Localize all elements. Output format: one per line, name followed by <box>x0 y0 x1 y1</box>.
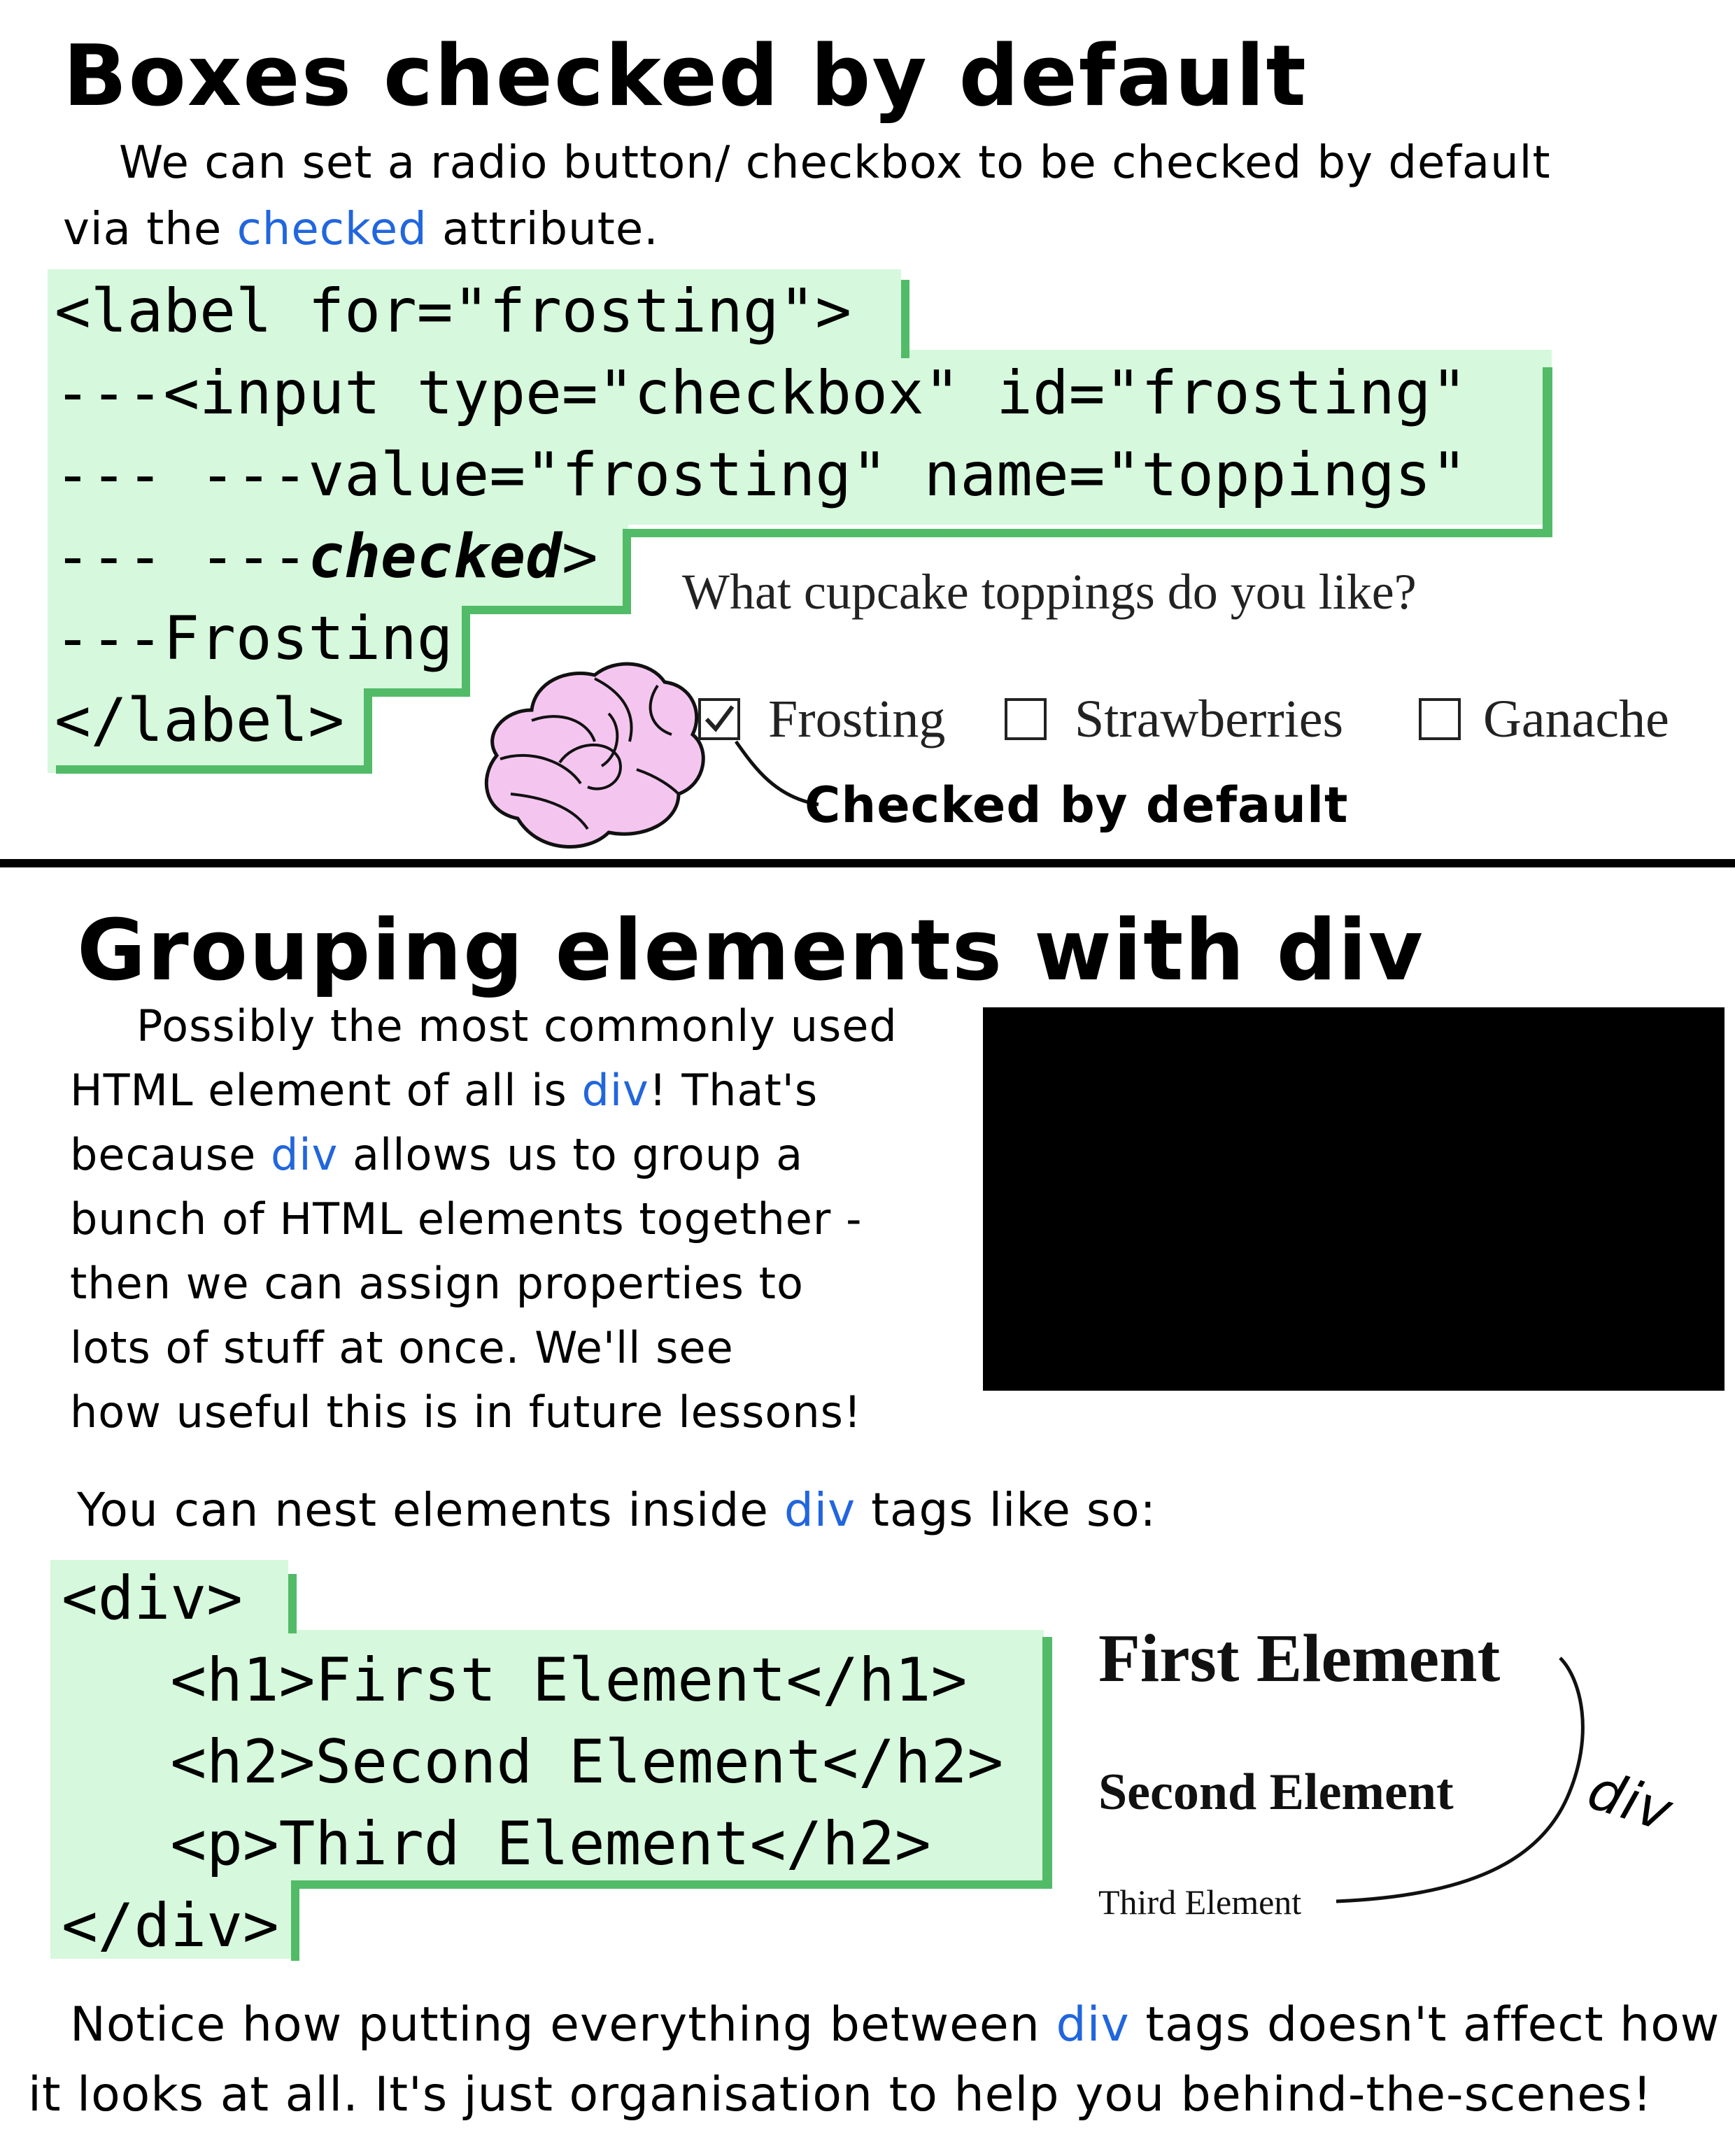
para-line: HTML element of all is div! That's <box>70 1065 819 1116</box>
code-line: </div> <box>62 1891 279 1961</box>
div-paragraph: Possibly the most commonly used HTML ele… <box>70 1000 1021 1451</box>
checked-keyword: checked <box>236 204 427 255</box>
code-close: > <box>561 522 598 592</box>
para-line: because div allows us to group a <box>70 1129 804 1180</box>
intro-suffix: attribute. <box>442 204 659 255</box>
demo-p: Third Element <box>1098 1882 1302 1922</box>
code-line: <label for="frosting"> <box>55 276 852 346</box>
footer-line-2: it looks at all. It's just organisation … <box>28 2067 1652 2122</box>
option-label-strawberries[interactable]: Strawberries <box>1075 689 1343 750</box>
code-line: <p>Third Element</h2> <box>62 1809 931 1879</box>
intro-line-2: via the checked attribute. <box>63 199 659 260</box>
para-line: how useful this is in future lessons! <box>70 1386 862 1438</box>
redacted-image <box>983 1007 1725 1391</box>
code-line: </label> <box>55 686 345 756</box>
section-divider <box>0 859 1735 867</box>
para-line: bunch of HTML elements together - <box>70 1193 863 1244</box>
ganache-checkbox[interactable] <box>1419 698 1461 740</box>
para-line: lots of stuff at once. We'll see <box>70 1322 734 1373</box>
option-label-ganache[interactable]: Ganache <box>1483 689 1669 750</box>
frosting-illustration <box>484 662 705 849</box>
strawberries-checkbox[interactable] <box>1005 698 1047 740</box>
div-bracket-icon <box>1336 1657 1585 1903</box>
code-line: <h1>First Element</h1> <box>62 1645 968 1715</box>
para-line: then we can assign properties to <box>70 1258 804 1309</box>
intro-prefix: via the <box>63 204 222 255</box>
section-title-div: Grouping elements with div <box>77 902 1424 1000</box>
intro-line-1: We can set a radio button/ checkbox to b… <box>119 137 1551 189</box>
code-line: ---<input type="checkbox" id="frosting" <box>55 358 1468 428</box>
nest-sentence: You can nest elements inside div tags li… <box>77 1483 1156 1537</box>
footer-line-1: Notice how putting everything between di… <box>70 1997 1720 2052</box>
checked-annotation: Checked by default <box>805 776 1349 834</box>
para-line: Possibly the most commonly used <box>136 1000 898 1051</box>
code-line: ---Frosting <box>55 604 453 674</box>
code-dashes: --- --- <box>55 522 309 592</box>
code-line: --- ---value="frosting" name="toppings" <box>55 440 1468 510</box>
code-line: <h2>Second Element</h2> <box>62 1727 1004 1797</box>
demo-question: What cupcake toppings do you like? <box>682 564 1417 620</box>
code-line: --- ---checked> <box>55 522 598 592</box>
code-line: <div> <box>62 1563 243 1633</box>
section-title-checked: Boxes checked by default <box>63 28 1308 125</box>
code-checked-attr: checked <box>308 522 562 592</box>
